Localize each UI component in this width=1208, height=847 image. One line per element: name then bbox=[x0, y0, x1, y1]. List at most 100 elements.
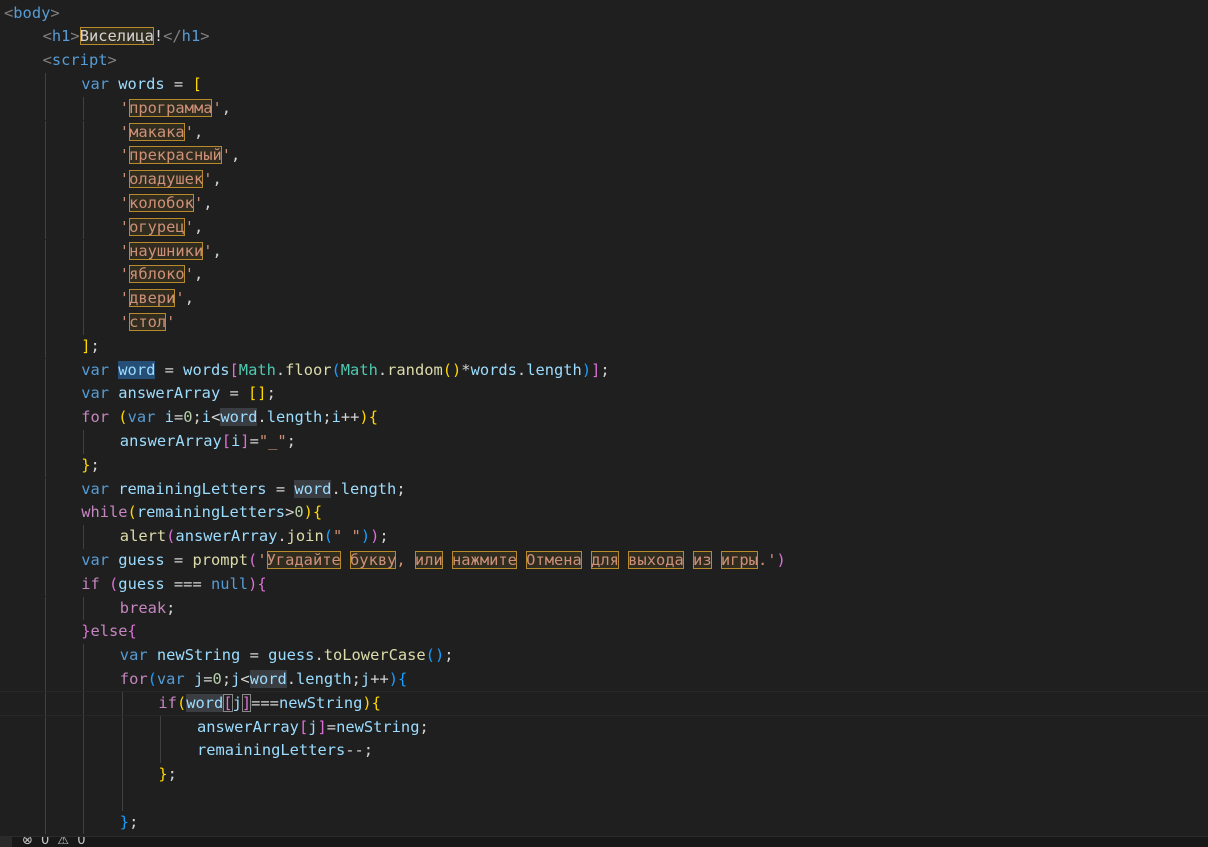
code-line[interactable]: var guess = prompt('Угадайте букву, или … bbox=[0, 548, 1208, 573]
code-line[interactable]: 'программа', bbox=[0, 96, 1208, 121]
code-line[interactable]: if(word[j]===newString){ bbox=[0, 690, 1208, 717]
code-line[interactable]: ]; bbox=[0, 334, 1208, 359]
code-token: ( bbox=[323, 527, 333, 546]
status-bar: ⊗ 0 ⚠ 0 bbox=[0, 836, 1208, 847]
code-line[interactable]: }else{ bbox=[0, 620, 1208, 645]
code-token: answerArray bbox=[197, 717, 299, 736]
code-line[interactable]: var words = [ bbox=[0, 72, 1208, 97]
code-text: var guess = prompt('Угадайте букву, или … bbox=[81, 549, 786, 573]
code-line[interactable]: 'яблоко', bbox=[0, 263, 1208, 288]
indent-guide bbox=[44, 239, 46, 264]
code-token: if bbox=[81, 574, 100, 593]
code-line[interactable]: 'макака', bbox=[0, 120, 1208, 145]
indent-guide bbox=[44, 786, 46, 811]
code-line[interactable]: }; bbox=[0, 810, 1208, 835]
code-token: > bbox=[50, 3, 60, 22]
code-line[interactable]: for (var i=0;i<word.length;i++){ bbox=[0, 406, 1208, 430]
code-text: 'яблоко', bbox=[120, 263, 203, 287]
code-token: яблоко bbox=[129, 265, 185, 284]
code-line[interactable]: var answerArray = []; bbox=[0, 382, 1208, 407]
code-line[interactable] bbox=[0, 786, 1208, 811]
code-line[interactable]: remainingLetters--; bbox=[0, 739, 1208, 764]
code-token: ' bbox=[119, 265, 130, 284]
code-line[interactable]: 'огурец', bbox=[0, 215, 1208, 240]
code-line[interactable]: answerArray[j]=newString; bbox=[0, 715, 1208, 740]
code-token: ; bbox=[322, 408, 332, 427]
code-line[interactable]: 'двери', bbox=[0, 287, 1208, 311]
code-line[interactable]: 'прекрасный', bbox=[0, 144, 1208, 169]
indent-guide bbox=[83, 644, 85, 668]
code-line[interactable]: 'оладушек', bbox=[0, 168, 1208, 192]
code-token: ; bbox=[192, 408, 202, 427]
indent-guide bbox=[44, 96, 46, 121]
indent-guide bbox=[44, 310, 46, 335]
code-line[interactable]: var newString = guess.toLowerCase(); bbox=[0, 644, 1208, 668]
code-line[interactable]: var remainingLetters = word.length; bbox=[0, 477, 1208, 502]
code-token: Угадайте bbox=[266, 550, 341, 569]
code-line[interactable]: break; bbox=[0, 596, 1208, 621]
code-token: var bbox=[81, 74, 109, 93]
indent-guide bbox=[44, 644, 46, 668]
code-token: ' bbox=[119, 241, 130, 260]
code-token: ] bbox=[240, 431, 250, 450]
indent-guide bbox=[83, 168, 85, 192]
code-line[interactable]: alert(answerArray.join(" ")); bbox=[0, 525, 1208, 549]
code-token: </ bbox=[163, 27, 182, 46]
code-editor[interactable]: <body> <h1>Виселица!</h1> <script> var word… bbox=[0, 0, 1208, 836]
code-text: 'колобок', bbox=[120, 192, 213, 216]
code-token: ( bbox=[147, 669, 157, 688]
code-token: ] bbox=[591, 360, 601, 379]
code-token: i bbox=[201, 408, 212, 427]
code-text: answerArray[i]="_"; bbox=[120, 430, 296, 454]
code-token: ' bbox=[175, 289, 185, 308]
code-line[interactable]: var word = words[Math.floor(Math.random(… bbox=[0, 358, 1208, 383]
code-token: ) bbox=[303, 503, 313, 522]
code-token: для bbox=[591, 550, 619, 569]
code-token: toLowerCase bbox=[323, 646, 426, 665]
code-line[interactable]: 'стол' bbox=[0, 310, 1208, 335]
code-token: [ bbox=[223, 693, 233, 712]
code-token: answerArray bbox=[175, 527, 278, 546]
code-token: = bbox=[326, 717, 337, 736]
code-line[interactable]: 'наушники', bbox=[0, 239, 1208, 264]
code-token: ( bbox=[176, 693, 187, 712]
code-text: for(var j=0;j<word.length;j++){ bbox=[120, 668, 407, 692]
code-line[interactable]: for(var j=0;j<word.length;j++){ bbox=[0, 667, 1208, 692]
code-line[interactable]: answerArray[i]="_"; bbox=[0, 429, 1208, 454]
code-line[interactable]: <script> bbox=[0, 49, 1208, 73]
code-token: ' bbox=[257, 550, 267, 569]
indent-guide bbox=[44, 453, 46, 478]
code-token: null bbox=[210, 574, 249, 593]
code-token: Math bbox=[238, 360, 276, 379]
indent-guide bbox=[83, 763, 85, 787]
code-token: ( bbox=[118, 408, 128, 427]
indent-guide bbox=[44, 191, 46, 216]
indent-guide bbox=[83, 525, 85, 549]
code-line[interactable]: <body> bbox=[0, 2, 1208, 26]
code-line[interactable]: 'колобок', bbox=[0, 191, 1208, 216]
code-token: [ bbox=[192, 74, 202, 93]
code-line[interactable]: if (guess === null){ bbox=[0, 572, 1208, 597]
code-line[interactable]: <h1>Виселица!</h1> bbox=[0, 25, 1208, 49]
indent-guide bbox=[44, 620, 46, 645]
code-token: ; bbox=[129, 812, 139, 831]
code-line[interactable]: }; bbox=[0, 453, 1208, 478]
code-token: ) bbox=[388, 669, 399, 688]
code-line[interactable]: while(remainingLetters>0){ bbox=[0, 501, 1208, 526]
code-token: = bbox=[203, 669, 213, 688]
code-token: ) bbox=[248, 574, 258, 593]
code-token: ' bbox=[119, 170, 130, 189]
code-text: alert(answerArray.join(" ")); bbox=[120, 525, 389, 549]
code-text: var words = [ bbox=[81, 73, 202, 97]
code-token: answerArray bbox=[118, 384, 221, 403]
code-line[interactable]: }; bbox=[0, 763, 1208, 787]
code-token: else bbox=[90, 622, 128, 641]
code-token: h1 bbox=[181, 27, 201, 46]
indent-guide bbox=[83, 191, 85, 216]
code-token: 0 bbox=[183, 408, 193, 427]
code-token: Виселица bbox=[79, 27, 154, 46]
indent-guide bbox=[44, 548, 46, 573]
code-token: floor bbox=[285, 360, 332, 379]
problems-indicator[interactable]: ⊗ 0 ⚠ 0 bbox=[22, 837, 88, 847]
